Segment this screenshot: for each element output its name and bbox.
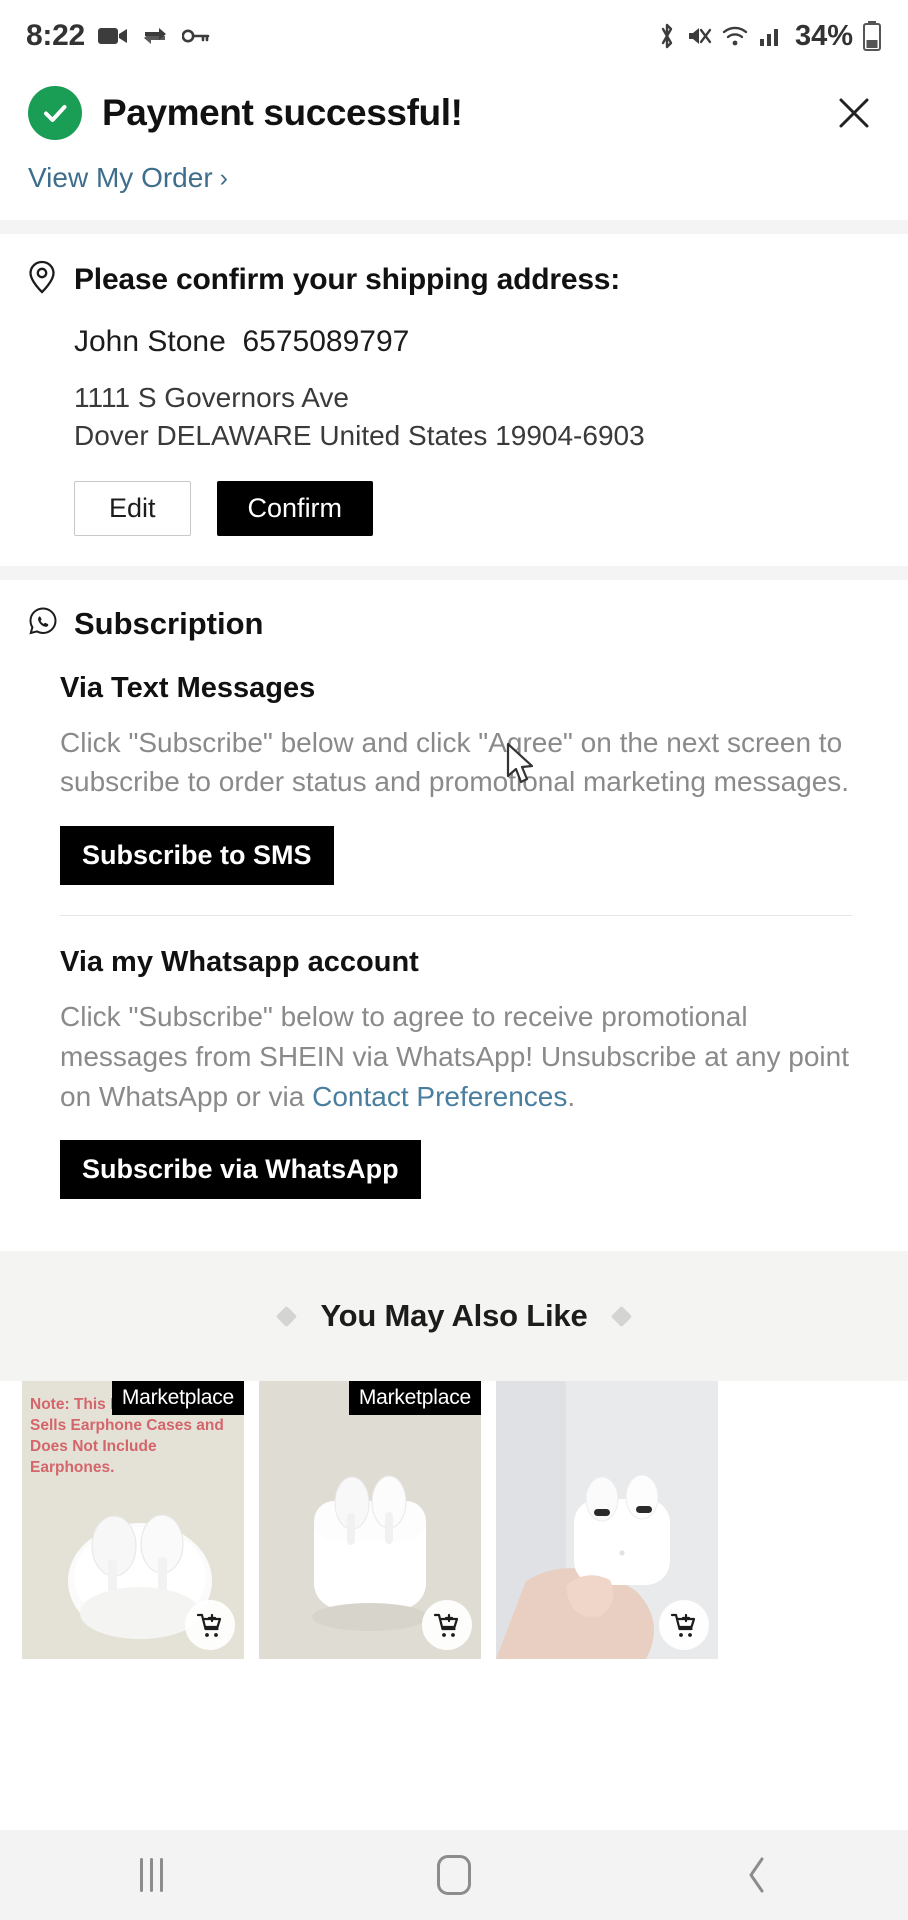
check-circle-icon [28, 86, 82, 140]
recommendations-header: You May Also Like [0, 1251, 908, 1382]
subscription-header: Subscription [28, 606, 880, 642]
recommendations-title: You May Also Like [320, 1298, 588, 1334]
product-card[interactable]: Marketplace [259, 1381, 481, 1660]
marketplace-badge: Marketplace [111, 1381, 244, 1416]
sms-button-wrap: Subscribe to SMS [28, 826, 880, 886]
whatsapp-description-part2: . [567, 1080, 576, 1112]
recents-icon[interactable] [0, 1830, 303, 1920]
confirm-address-button[interactable]: Confirm [216, 480, 374, 536]
section-divider [0, 220, 908, 234]
subscription-section: Subscription Via Text Messages Click "Su… [0, 579, 908, 1234]
status-bar-left: 8:22 [26, 19, 210, 53]
page-title: Payment successful! [102, 92, 463, 133]
sms-subheading: Via Text Messages [60, 671, 316, 704]
payment-success-header: Payment successful! View My Order › [0, 72, 908, 220]
address-line-1: 1111 S Governors Ave [74, 382, 349, 413]
view-my-order-label: View My Order [28, 162, 213, 193]
recents-glyph [139, 1858, 163, 1892]
payment-success-row: Payment successful! [28, 86, 880, 140]
status-bar-right: 34% [657, 20, 882, 53]
battery-percentage: 34% [794, 19, 853, 52]
video-camera-icon [97, 25, 128, 47]
subscription-divider [60, 915, 852, 917]
add-to-cart-icon[interactable] [659, 1600, 709, 1651]
whatsapp-subheading: Via my Whatsapp account [60, 946, 419, 979]
home-icon[interactable] [303, 1830, 606, 1920]
key-icon [181, 27, 210, 45]
whatsapp-button-wrap: Subscribe via WhatsApp [28, 1140, 880, 1200]
bluetooth-icon [657, 22, 677, 50]
whatsapp-icon [28, 606, 58, 641]
diamond-icon-right [610, 1305, 632, 1327]
recipient-name: John Stone [74, 325, 226, 358]
back-glyph [749, 1857, 764, 1893]
mouse-cursor [505, 742, 539, 793]
add-to-cart-icon[interactable] [185, 1600, 235, 1651]
whatsapp-description: Click "Subscribe" below to agree to rece… [28, 997, 880, 1116]
view-my-order-link[interactable]: View My Order › [28, 162, 228, 194]
android-navigation-bar [0, 1830, 908, 1920]
product-card[interactable] [496, 1381, 718, 1660]
subscription-heading: Subscription [74, 605, 264, 641]
address-line-2: Dover DELAWARE United States 19904-6903 [74, 419, 645, 451]
contact-preferences-link[interactable]: Contact Preferences [312, 1081, 567, 1112]
marketplace-badge: Marketplace [348, 1381, 481, 1416]
sms-description: Click "Subscribe" below and click "Agree… [60, 726, 850, 798]
cellular-signal-icon [758, 24, 782, 48]
back-icon[interactable] [605, 1830, 908, 1920]
product-card[interactable]: Note: This Product Only Sells Earphone C… [22, 1381, 244, 1660]
subscribe-via-whatsapp-button[interactable]: Subscribe via WhatsApp [60, 1140, 421, 1200]
shipping-address-heading: Please confirm your shipping address: [74, 262, 621, 296]
wifi-icon [721, 24, 749, 48]
add-to-cart-icon[interactable] [422, 1600, 472, 1651]
shipping-address-header: Please confirm your shipping address: [28, 260, 880, 299]
diamond-icon-left [276, 1305, 298, 1327]
sync-icon [141, 24, 169, 48]
close-icon[interactable] [828, 87, 880, 139]
status-bar-clock: 8:22 [26, 19, 85, 52]
recommendations-grid: Note: This Product Only Sells Earphone C… [0, 1381, 908, 1660]
status-bar: 8:22 34% [0, 0, 908, 72]
section-divider-2 [0, 565, 908, 580]
home-glyph [437, 1855, 471, 1895]
address-action-buttons: Edit Confirm [28, 480, 880, 536]
mute-icon [686, 23, 712, 49]
location-pin-icon [28, 260, 56, 299]
chevron-right-icon: › [219, 163, 228, 192]
edit-address-button[interactable]: Edit [74, 480, 191, 536]
shipping-address-section: Please confirm your shipping address: Jo… [0, 234, 908, 566]
subscribe-to-sms-button[interactable]: Subscribe to SMS [60, 826, 334, 886]
address-lines: 1111 S Governors Ave Dover DELAWARE Unit… [28, 379, 880, 455]
recipient-line: John Stone 6575089797 [28, 325, 880, 359]
battery-icon [862, 21, 882, 51]
recipient-phone: 6575089797 [242, 325, 410, 358]
